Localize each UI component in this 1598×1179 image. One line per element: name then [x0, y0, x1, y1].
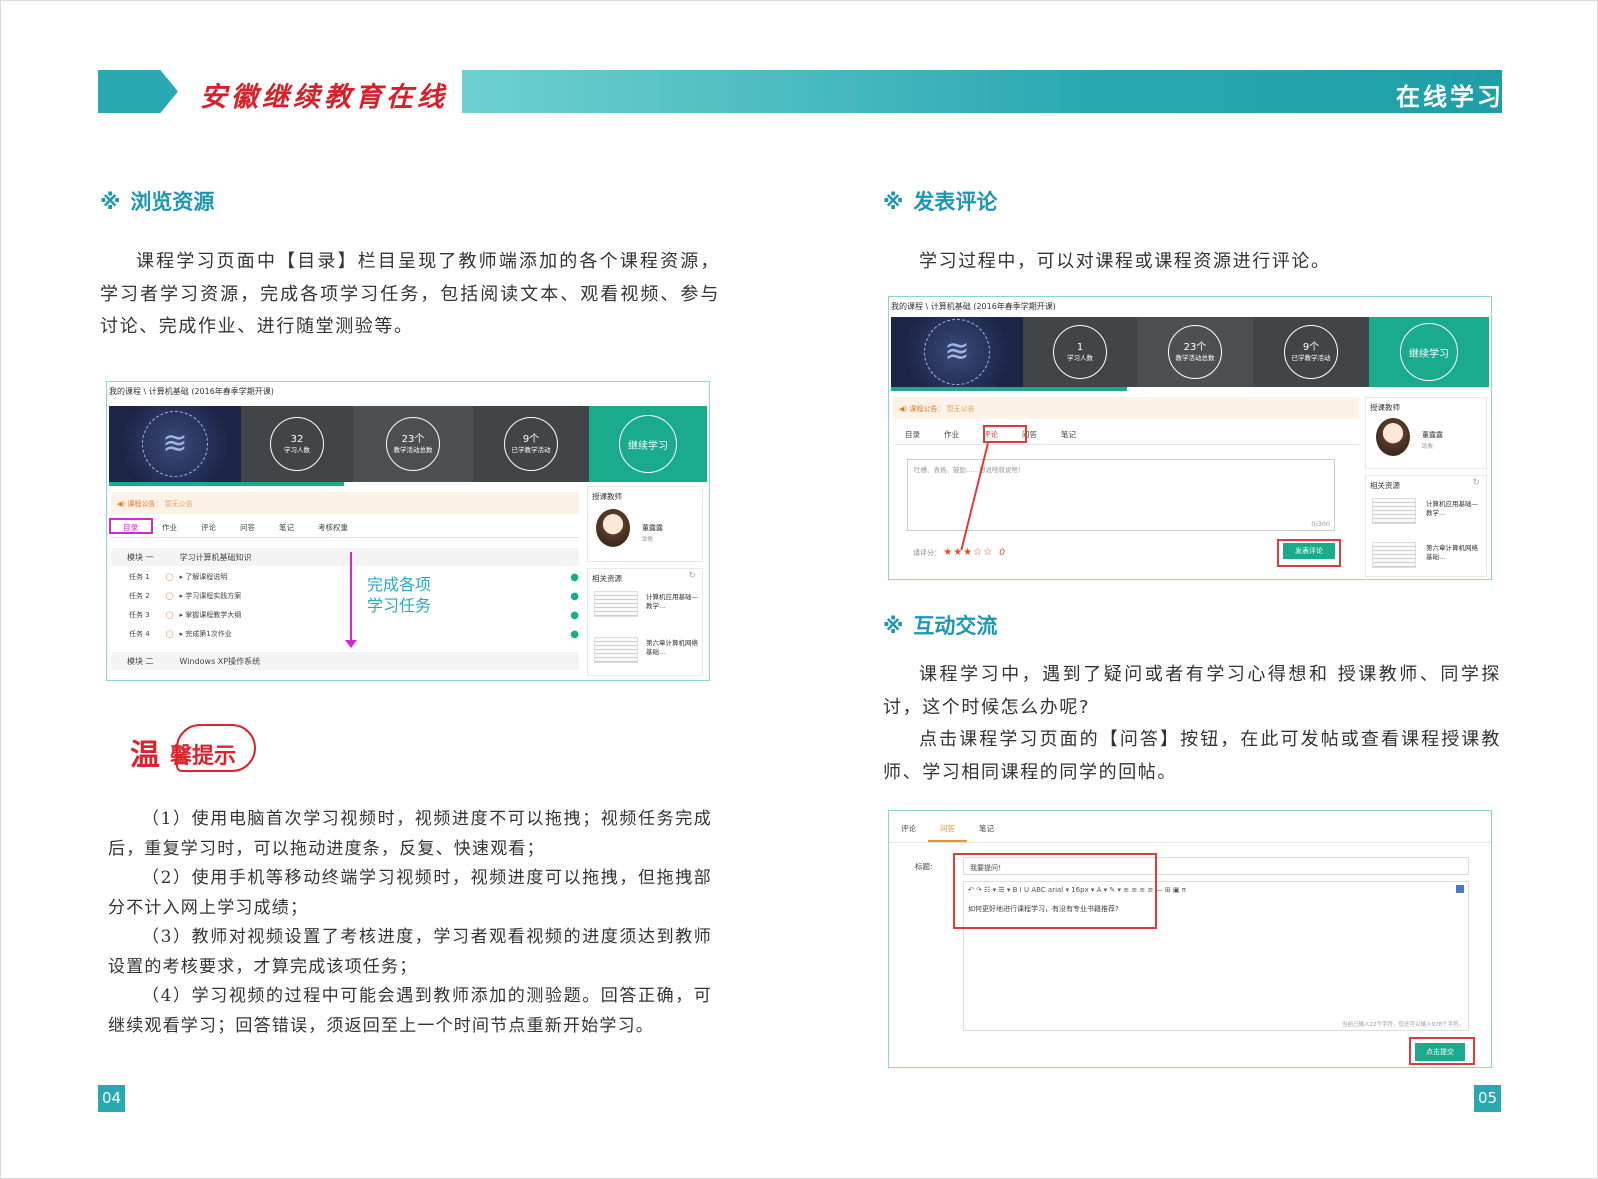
task-item[interactable]: 任务 2 ◯ ▸ 学习课程实践方案 ●: [129, 591, 579, 610]
course-tabs: 目录 作业 评论 问答 笔记 考核权重: [111, 518, 579, 538]
manual-title: 在线学习手册: [1396, 83, 1558, 111]
teacher-avatar: [596, 509, 630, 547]
brand-logo: 安徽继续教育在线: [200, 82, 448, 113]
tab-qa[interactable]: 问答: [228, 518, 267, 537]
section-title-interaction: ※ 互动交流: [883, 614, 998, 638]
task-list: 任务 1 ◯ ▸ 了解课程说明 ● 任务 2 ◯ ▸ 学习课程实践方案 ● 任务 3 ◯ ▸…: [129, 572, 579, 648]
screenshot-comment: 我的课程 \ 计算机基础 (2016年春季学期开课) ≋ 1 学习人数 23个 教学…: [888, 296, 1492, 580]
breadcrumb: 我的课程 \ 计算机基础 (2016年春季学期开课): [109, 387, 274, 396]
page-number-right: 05: [1474, 1085, 1501, 1112]
screenshot-course-catalog: 我的课程 \ 计算机基础 (2016年春季学期开课) ≋ 32 学习人数 23个教…: [106, 381, 710, 681]
screenshot-qa: 评论 问答 笔记 标题: 我要提问！ ↶ ↷ ☷ ▾ ☰ ▾ B I U ABC…: [888, 810, 1492, 1068]
annotation-arrow: [350, 552, 352, 646]
tab-notes[interactable]: 笔记: [967, 817, 1006, 842]
tips-list: （1）使用电脑首次学习视频时，视频进度不可以拖拽；视频任务完成后，重复学习时，可…: [108, 805, 712, 1041]
module-row-2[interactable]: 模块 二 Windows XP操作系统: [111, 652, 579, 670]
refresh-icon[interactable]: ↻: [688, 571, 696, 581]
tab-weights[interactable]: 考核权重: [306, 518, 360, 537]
status-dot-icon: ●: [570, 629, 579, 640]
tab-notes[interactable]: 笔记: [1049, 425, 1088, 444]
continue-learning-button[interactable]: 继续学习: [1369, 317, 1489, 387]
fullscreen-icon[interactable]: [1456, 885, 1464, 893]
highlight-submit: [1277, 539, 1341, 567]
annotation-text: 完成各项 学习任务: [367, 575, 432, 615]
tip-item: （2）使用手机等移动终端学习视频时，视频进度可以拖拽，但拖拽部分不计入网上学习成…: [108, 868, 712, 918]
course-logo: ≋: [891, 317, 1023, 387]
tab-catalog[interactable]: 目录: [893, 425, 932, 444]
stat-learners: 1 学习人数: [1023, 317, 1137, 387]
layers-icon: ≋: [944, 334, 970, 369]
task-item[interactable]: 任务 3 ◯ ▸ 掌握课程教学大纲 ●: [129, 610, 579, 629]
resource-link[interactable]: 第六章计算机网络基础...: [646, 639, 700, 657]
resource-thumbnail[interactable]: [594, 591, 638, 617]
course-stats-bar: ≋ 32 学习人数 23个 教学活动总数 9个 已学教学活动 继续学习: [109, 406, 707, 482]
header-band: [462, 70, 1502, 113]
breadcrumb: 我的课程 \ 计算机基础 (2016年春季学期开课): [891, 302, 1056, 311]
continue-learning-button[interactable]: 继续学习: [589, 406, 707, 482]
highlight-catalog-tab: [109, 518, 153, 534]
tip-item: （3）教师对视频设置了考核进度，学习者观看视频的进度须达到教师设置的考核要求，才…: [108, 927, 712, 977]
section-title-browse: ※ 浏览资源: [100, 190, 215, 214]
tab-comments[interactable]: 评论: [189, 518, 228, 537]
resource-link[interactable]: 第六章计算机网络基础...: [1426, 544, 1484, 562]
course-logo: ≋: [109, 406, 241, 482]
stat-completed: 9个 已学教学活动: [473, 406, 589, 482]
tab-comments[interactable]: 评论: [889, 817, 928, 842]
layers-icon: ≋: [162, 426, 188, 461]
resource-thumbnail[interactable]: [594, 637, 638, 663]
warm-tips-badge: 温 馨提示: [128, 720, 258, 776]
status-dot-icon: ●: [570, 572, 579, 583]
course-tabs: 目录 作业 评论 问答 笔记: [893, 425, 1359, 445]
highlight-comment-tab: [983, 425, 1027, 443]
progress-bar: [891, 387, 1127, 391]
tip-item: （1）使用电脑首次学习视频时，视频进度不可以拖拽；视频任务完成后，重复学习时，可…: [108, 809, 712, 859]
arrow-head-icon: [345, 640, 357, 648]
course-notice: ◀) 课程公告： 暂无公告: [893, 397, 1359, 419]
resource-link[interactable]: 计算机应用基础—教学...: [1426, 500, 1484, 518]
status-dot-icon: ●: [570, 610, 579, 621]
refresh-icon[interactable]: ↻: [1472, 478, 1480, 488]
section-paragraph-comment: 学习过程中，可以对课程或课程资源进行评论。: [919, 251, 1331, 272]
teacher-panel: 授课教师 董露露 助教: [1365, 397, 1487, 469]
tab-homework[interactable]: 作业: [150, 518, 189, 537]
stat-activities: 23个 教学活动总数: [353, 406, 473, 482]
qa-tabs: 评论 问答 笔记: [889, 817, 1491, 843]
stat-activities: 23个 教学活动总数: [1137, 317, 1253, 387]
tab-homework[interactable]: 作业: [932, 425, 971, 444]
tip-item: （4）学习视频的过程中可能会遇到教师添加的测验题。回答正确，可继续观看学习；回答…: [108, 986, 712, 1036]
teacher-avatar: [1376, 418, 1410, 456]
course-stats-bar: ≋ 1 学习人数 23个 教学活动总数 9个 已学教学活动 继续学习: [891, 317, 1489, 387]
star-rating[interactable]: ★★★☆☆: [943, 547, 993, 558]
progress-bar: [109, 482, 344, 486]
title-label: 标题:: [915, 862, 933, 871]
task-item[interactable]: 任务 1 ◯ ▸ 了解课程说明 ●: [129, 572, 579, 591]
highlight-question: [953, 853, 1157, 929]
comment-textarea[interactable]: 吐槽、表扬、鼓励……想说啥就说啥！ 0/300: [907, 459, 1335, 531]
resource-thumbnail[interactable]: [1372, 542, 1416, 568]
char-counter: 当前已输入22个字符，您还可以输入978个字符。: [1342, 1022, 1464, 1028]
resources-panel: 相关资源 ↻ 计算机应用基础—教学... 第六章计算机网络基础...: [587, 568, 703, 676]
section-title-comment: ※ 发表评论: [883, 190, 998, 214]
page-number-left: 04: [98, 1085, 125, 1112]
resource-link[interactable]: 计算机应用基础—教学...: [646, 593, 700, 611]
course-notice: ◀) 课程公告： 暂无公告: [111, 492, 579, 514]
resources-panel: 相关资源 ↻ 计算机应用基础—教学... 第六章计算机网络基础...: [1365, 475, 1487, 577]
module-row-1[interactable]: 模块 一学习计算机基础知识: [111, 548, 579, 566]
tab-qa[interactable]: 问答: [928, 817, 967, 842]
stat-completed: 9个 已学教学活动: [1253, 317, 1369, 387]
stat-learners: 32 学习人数: [241, 406, 353, 482]
speaker-icon: ◀): [117, 500, 126, 508]
section-paragraph-interaction: 课程学习中，遇到了疑问或者有学习心得想和 授课教师、同学探讨，这个时候怎么办呢?…: [883, 664, 1501, 783]
section-paragraph-browse: 课程学习页面中【目录】栏目呈现了教师端添加的各个课程资源，学习者学习资源，完成各…: [100, 251, 720, 337]
highlight-submit: [1409, 1037, 1475, 1065]
tab-notes[interactable]: 笔记: [267, 518, 306, 537]
resource-thumbnail[interactable]: [1372, 498, 1416, 524]
teacher-panel: 授课教师 董露露 助教: [587, 486, 703, 562]
status-dot-icon: ●: [570, 591, 579, 602]
rating-row: 请评分： ★★★☆☆ 0: [913, 547, 1006, 558]
speaker-icon: ◀): [899, 405, 908, 413]
